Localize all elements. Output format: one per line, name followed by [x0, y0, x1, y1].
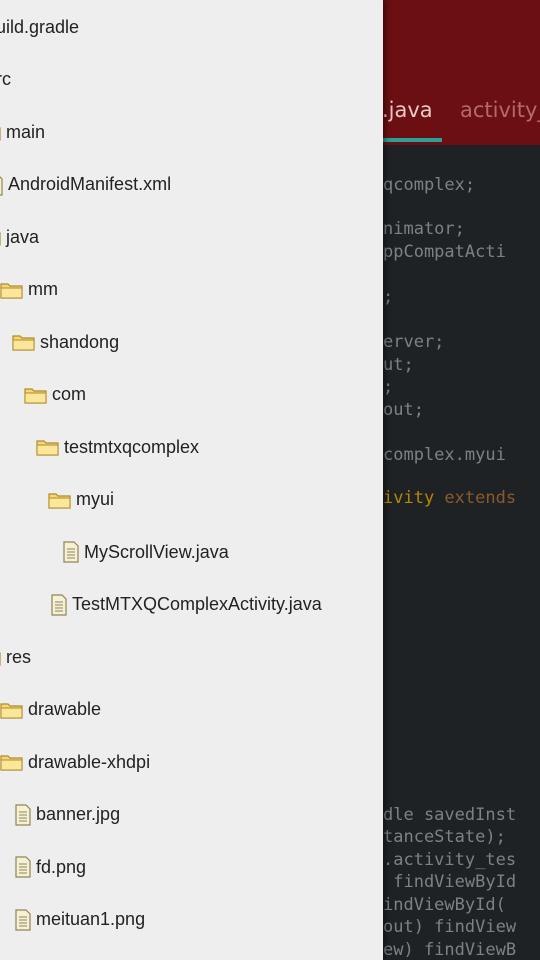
folder-icon [0, 648, 2, 666]
tree-item-label: main [6, 121, 46, 142]
tree-item-fd[interactable]: fd.png [14, 841, 86, 893]
tree-item-build-gradle[interactable]: uild.gradle [0, 1, 79, 53]
code-line: ppCompatActi [383, 242, 506, 262]
tree-item-main[interactable]: main [0, 106, 45, 158]
tree-item-myui[interactable]: myui [48, 474, 114, 526]
tree-item-myscrollview[interactable]: MyScrollView.java [62, 526, 229, 578]
code-line: .activity_tes [383, 850, 517, 870]
tree-item-label: rc [0, 69, 11, 89]
tree-item-meituan1[interactable]: meituan1.png [14, 894, 145, 946]
tree-item-testmtxqcomplex[interactable]: testmtxqcomplex [36, 421, 199, 473]
tree-item-label: shandong [40, 331, 120, 352]
code-line: qcomplex; [383, 175, 476, 195]
tree-item-drawable[interactable]: drawable [0, 684, 101, 736]
folder-icon [0, 753, 24, 771]
tree-item-banner[interactable]: banner.jpg [14, 789, 120, 841]
tab-activity-layout[interactable]: activity_ [460, 75, 540, 145]
code-line: complex.myui [383, 445, 506, 465]
tree-item-java[interactable]: java [0, 211, 39, 263]
file-icon [14, 908, 32, 931]
folder-icon [0, 701, 24, 719]
tree-item-label: myui [76, 489, 115, 509]
tree-item-android-manifest[interactable]: AndroidManifest.xml [0, 159, 171, 211]
tree-item-label: TestMTXQComplexActivity.java [72, 594, 322, 614]
file-icon [62, 541, 80, 563]
tree-item-label: meituan1.png [36, 909, 146, 929]
code-line: out; [383, 400, 424, 420]
tree-item-label: fd.png [36, 856, 87, 877]
tree-item-com[interactable]: com [24, 369, 86, 421]
tree-item-label: mm [28, 279, 58, 299]
code-line: indViewById( [383, 895, 506, 915]
folder-icon [0, 123, 2, 141]
code-line: out) findView [383, 917, 517, 937]
folder-icon [12, 333, 36, 351]
file-icon [50, 593, 68, 616]
code-line: ut; [383, 355, 414, 375]
code-line: ; [383, 287, 394, 307]
tree-item-label: AndroidManifest.xml [8, 174, 172, 194]
active-tab-indicator [382, 138, 442, 142]
code-line: dle savedInst [383, 805, 517, 825]
code-line: nimator; [383, 219, 465, 239]
code-line: findViewById [383, 872, 517, 892]
tree-item-shandong[interactable]: shandong [12, 316, 119, 368]
code-line: tanceState); [383, 827, 506, 847]
file-icon [0, 174, 4, 196]
tree-item-src[interactable]: rc [0, 54, 11, 106]
tree-item-label: uild.gradle [0, 16, 80, 37]
tree-item-label: banner.jpg [36, 804, 121, 824]
folder-icon [24, 386, 48, 404]
tree-item-label: java [6, 226, 40, 247]
tree-item-label: drawable-xhdpi [28, 751, 151, 772]
code-line-class-declaration: ivity extends [383, 488, 516, 508]
tree-item-label: MyScrollView.java [84, 541, 229, 562]
tree-item-mm[interactable]: mm [0, 264, 58, 316]
tree-item-label: res [6, 646, 32, 667]
code-token-extends: extends [444, 488, 517, 508]
code-line: erver; [383, 332, 445, 352]
tab-java-file[interactable]: .java [382, 75, 433, 145]
folder-icon [0, 281, 24, 299]
tree-item-res[interactable]: res [0, 631, 31, 683]
folder-icon [36, 438, 60, 456]
file-icon [14, 856, 32, 878]
folder-icon [48, 491, 72, 509]
code-line: ew) findViewB [383, 940, 517, 960]
folder-icon [0, 228, 2, 246]
tree-item-label: testmtxqcomplex [64, 436, 200, 457]
code-token-ivity: ivity [383, 488, 445, 508]
tree-item-testmtxq-activity[interactable]: TestMTXQComplexActivity.java [50, 579, 322, 631]
tree-item-label: drawable [28, 699, 102, 719]
project-file-drawer[interactable]: uild.gradle rc main AndroidManifest.xml java… [0, 0, 383, 960]
tree-item-drawable-xhdpi[interactable]: drawable-xhdpi [0, 736, 150, 788]
code-line: ; [383, 377, 394, 397]
file-icon [14, 803, 32, 826]
tree-item-label: com [52, 384, 87, 404]
